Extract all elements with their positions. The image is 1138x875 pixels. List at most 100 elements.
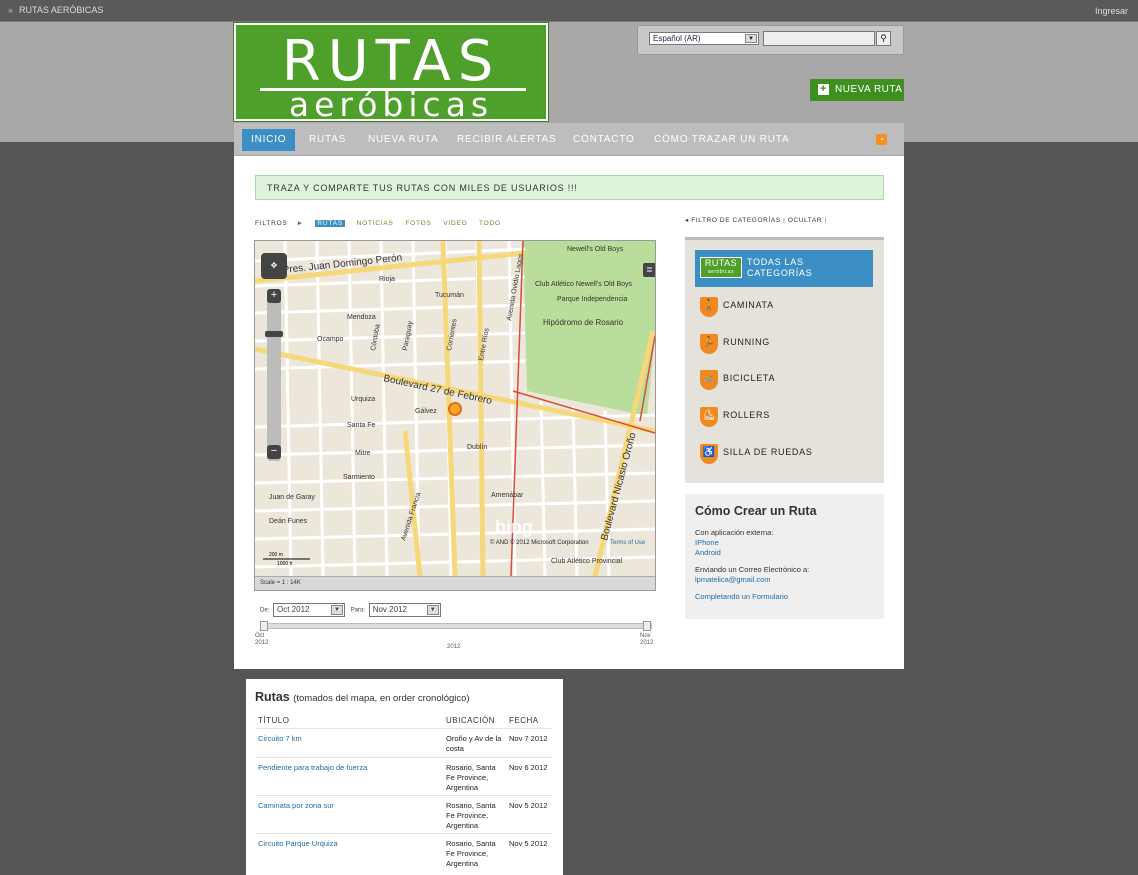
map-label: Dublín: [467, 444, 487, 451]
category-filter-header: ◂ FILTRO DE CATEGORÍAS | OCULTAR |: [685, 217, 827, 224]
language-value: Español (AR): [653, 34, 701, 43]
category-all-logo: RUTAS aeróbicas: [700, 257, 742, 278]
table-row: Circuito Parque Urquiza Rosario, Santa F…: [256, 833, 552, 873]
slider-start-year: 2012: [255, 640, 269, 646]
nav-item-recibir-alertas[interactable]: RECIBIR ALERTAS: [457, 129, 556, 151]
from-date-value: Oct 2012: [277, 605, 310, 614]
route-date: Nov 5 2012: [509, 839, 548, 848]
from-date-select[interactable]: Oct 2012 ▼: [273, 603, 346, 617]
route-title-link[interactable]: Pendiente para trabajo de fuerza: [258, 763, 438, 772]
map-label: Amenábar: [491, 492, 524, 499]
terms-link[interactable]: Terms of Use: [610, 540, 646, 546]
arrow-right-icon: ►: [296, 220, 304, 227]
to-date-select[interactable]: Nov 2012 ▼: [368, 603, 441, 617]
nav-item-nueva-ruta[interactable]: NUEVA RUTA: [368, 129, 438, 151]
zoom-in-button[interactable]: +: [267, 289, 281, 303]
external-app-label: Con aplicación externa:: [695, 528, 774, 537]
search-button[interactable]: ⚲: [876, 31, 891, 46]
route-map[interactable]: Pres. Juan Domingo Perón Newell's Old Bo…: [254, 240, 656, 591]
filter-todo[interactable]: TODO: [479, 220, 501, 227]
route-title-link[interactable]: Circuito 7 km: [258, 734, 438, 743]
map-canvas[interactable]: Pres. Juan Domingo Perón Newell's Old Bo…: [255, 241, 655, 576]
map-label: Gálvez: [415, 408, 437, 415]
search-input[interactable]: [763, 31, 875, 46]
nav-item-como-trazar[interactable]: CÓMO TRAZAR UN RUTA: [654, 129, 789, 151]
from-label: De:: [260, 607, 270, 614]
map-label: Urquiza: [351, 396, 375, 403]
how-to-title: Cómo Crear un Ruta: [695, 504, 817, 518]
bing-logo: bing: [495, 517, 533, 537]
category-label: CAMINATA: [723, 300, 774, 310]
search-icon: ⚲: [880, 33, 887, 43]
nav-item-inicio[interactable]: INICIO: [242, 129, 296, 151]
map-label: Mitre: [355, 450, 371, 457]
site-logo[interactable]: RUTAS aeróbicas: [233, 22, 549, 124]
route-location: Rosario, Santa Fe Province, Argentina: [446, 839, 496, 868]
routes-list: Rutas (tomados del mapa, en order cronol…: [246, 679, 563, 875]
chevron-down-icon: ▼: [745, 34, 757, 43]
slider-end-month: Nov: [640, 633, 651, 639]
double-chevron-icon: »: [8, 5, 14, 15]
form-link[interactable]: Completando un Formulario: [695, 592, 788, 601]
date-slider[interactable]: [260, 621, 652, 631]
to-label: Para:: [350, 607, 366, 614]
filter-video[interactable]: VIDEO: [443, 220, 467, 227]
nav-item-contacto[interactable]: CONTACTO: [573, 129, 635, 151]
wheelchair-icon: ♿: [700, 444, 718, 464]
skating-icon: ⛸: [700, 407, 718, 427]
filter-rutas[interactable]: RUTAS: [315, 220, 345, 227]
new-route-button[interactable]: + NUEVA RUTA: [810, 79, 904, 101]
slider-mid-label: 2012: [447, 644, 461, 650]
category-label: SILLA DE RUEDAS: [723, 447, 813, 457]
zoom-out-button[interactable]: −: [267, 445, 281, 459]
filter-fotos[interactable]: FOTOS: [405, 220, 431, 227]
slider-end-handle[interactable]: [643, 621, 651, 631]
map-label: Juan de Garay: [269, 494, 315, 501]
route-title-link[interactable]: Caminata por zona sur: [258, 801, 438, 810]
welcome-banner: TRAZA Y COMPARTE TUS RUTAS CON MILES DE …: [255, 175, 884, 200]
language-select[interactable]: Español (AR) ▼: [649, 32, 759, 45]
nav-item-rutas[interactable]: RUTAS: [309, 129, 346, 151]
column-header-date: FECHA: [509, 716, 539, 725]
email-label: Enviando un Correo Electrónico a:: [695, 565, 810, 574]
routes-title: Rutas: [255, 690, 290, 704]
slider-end-year: 2012: [640, 640, 654, 646]
category-all-label: TODAS LAS CATEGORÍAS: [747, 257, 813, 278]
iphone-link[interactable]: IPhone: [695, 538, 719, 547]
route-title-link[interactable]: Circuito Parque Urquiza: [258, 839, 438, 848]
to-date-value: Nov 2012: [372, 605, 407, 614]
pan-arrows-icon: ✥: [270, 261, 278, 270]
map-attribution: © AND © 2012 Microsoft Corporation: [490, 539, 589, 546]
zoom-bar[interactable]: [267, 289, 281, 461]
category-all[interactable]: RUTAS aeróbicas TODAS LAS CATEGORÍAS: [695, 250, 873, 287]
map-label: Ocampo: [317, 336, 344, 343]
breadcrumb-label: RUTAS AERÓBICAS: [19, 5, 104, 15]
map-label: Deán Funes: [269, 518, 308, 525]
route-location: Oroño y Av de la costa: [446, 734, 502, 753]
routes-heading: Rutas (tomados del mapa, en order cronol…: [255, 690, 470, 704]
hide-categories-link[interactable]: OCULTAR: [788, 217, 822, 224]
route-date: Nov 5 2012: [509, 801, 548, 810]
filter-noticias[interactable]: NOTICIAS: [357, 220, 394, 227]
chevron-down-icon: ▼: [331, 605, 344, 615]
login-link[interactable]: Ingresar: [1095, 6, 1128, 16]
layers-button[interactable]: ≣: [643, 263, 655, 277]
pan-control[interactable]: ✥: [261, 253, 287, 279]
rss-icon[interactable]: ◔: [876, 134, 887, 145]
layers-icon: ≣: [646, 265, 653, 274]
map-label: Club Atlético Newell's Old Boys: [535, 281, 633, 288]
category-label: RUNNING: [723, 337, 770, 347]
slider-start-handle[interactable]: [260, 621, 268, 631]
zoom-slider-handle[interactable]: [265, 331, 283, 337]
table-row: Circuito 7 km Oroño y Av de la costa Nov…: [256, 728, 552, 757]
map-label: Parque Independencia: [557, 296, 628, 303]
android-link[interactable]: Android: [695, 548, 721, 557]
map-label: Rioja: [379, 276, 395, 283]
map-footer: Scale = 1 : 14K: [255, 576, 655, 590]
map-label: Hipódromo de Rosario: [543, 318, 624, 327]
scale-metric: 200 m: [269, 552, 283, 558]
table-row: Caminata por zona sur Rosario, Santa Fe …: [256, 795, 552, 833]
breadcrumb[interactable]: » RUTAS AERÓBICAS: [8, 5, 103, 15]
walking-icon: 🚶: [700, 297, 718, 317]
email-link[interactable]: lpmatelica@gmail.com: [695, 575, 771, 584]
